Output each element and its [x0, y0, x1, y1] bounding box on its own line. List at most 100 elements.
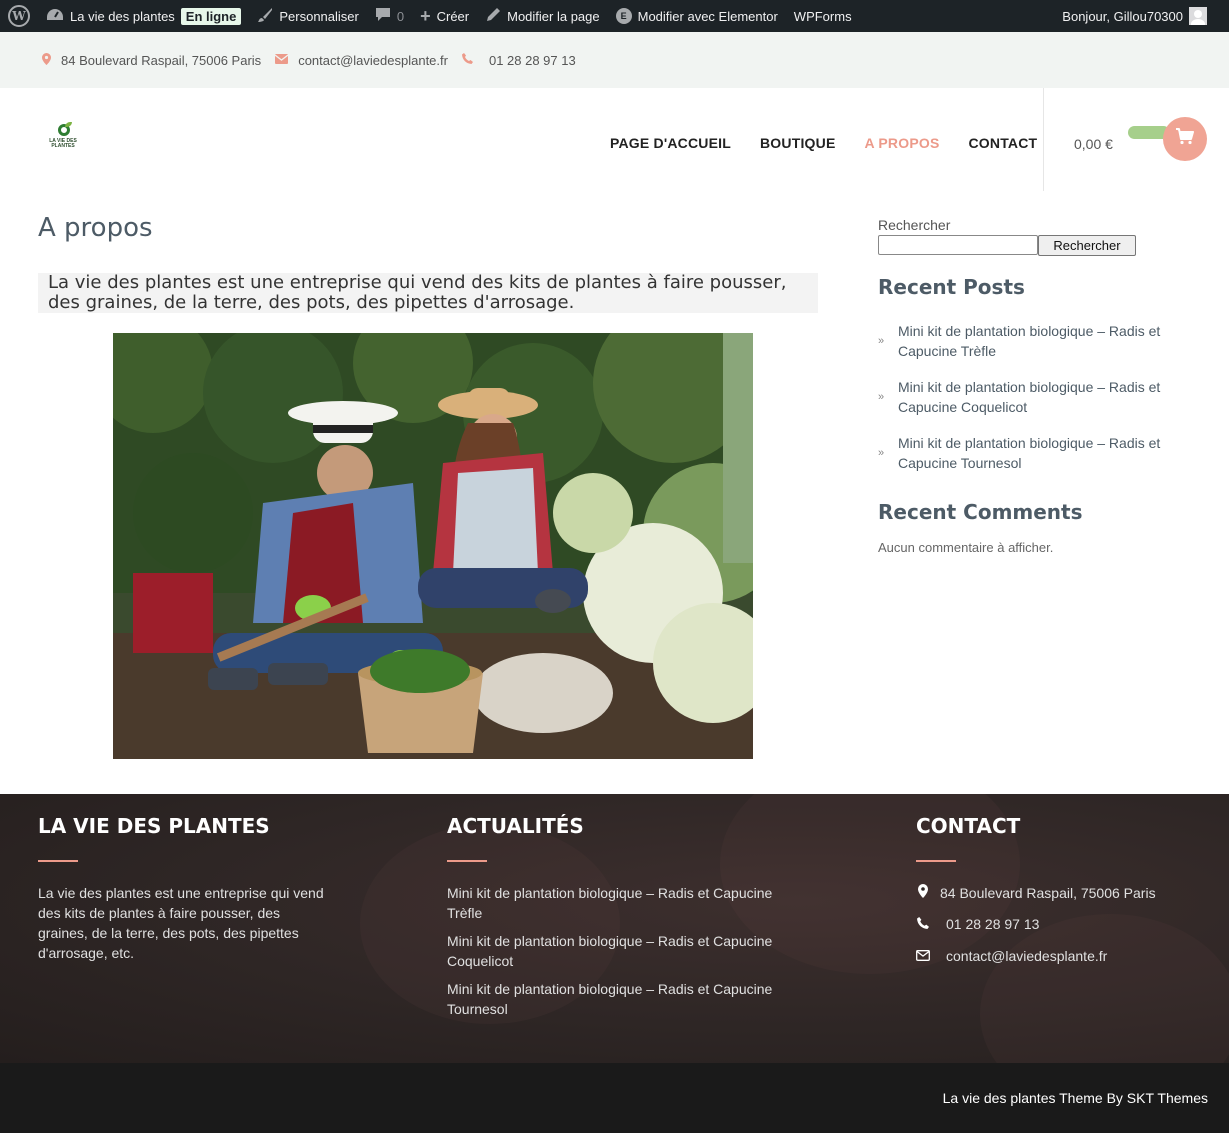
admin-bar: W La vie des plantes En ligne Personnali…: [0, 0, 1229, 32]
footer-about-line: des kits de plantes à faire pousser, des: [38, 905, 281, 921]
shopping-cart-icon: [1176, 128, 1194, 150]
wpforms-link[interactable]: WPForms: [786, 0, 860, 32]
topbar-phone[interactable]: 01 28 28 97 13: [461, 52, 576, 68]
footer-contact-address: 84 Boulevard Raspail, 75006 Paris: [916, 884, 1156, 901]
footer-news-link[interactable]: Mini kit de plantation biologique – Radi…: [447, 883, 807, 923]
map-pin-icon: [42, 52, 51, 68]
elementor-icon: E: [615, 8, 632, 24]
footer-title-underline: [38, 860, 78, 862]
customize-label: Personnaliser: [279, 8, 359, 24]
recent-posts-title: Recent Posts: [878, 275, 1025, 299]
recent-post-line1: Mini kit de plantation biologique – Radi…: [898, 435, 1161, 451]
nav-item-home[interactable]: PAGE D'ACCUEIL: [610, 135, 731, 151]
edit-page-link[interactable]: Modifier la page: [477, 0, 608, 32]
main-navigation: PAGE D'ACCUEIL BOUTIQUE A PROPOS CONTACT: [610, 135, 1066, 151]
recent-post-line2: Capucine Trèfle: [898, 343, 997, 359]
footer-news-line: Mini kit de plantation biologique – Radi…: [447, 933, 773, 949]
nav-item-contact[interactable]: CONTACT: [968, 135, 1037, 151]
account-menu[interactable]: Bonjour, Gillou70300: [1062, 0, 1229, 32]
copyright-text[interactable]: La vie des plantes Theme By SKT Themes: [943, 1090, 1208, 1106]
footer-phone-text: 01 28 28 97 13: [946, 916, 1040, 932]
topbar-email[interactable]: contact@laviedesplante.fr: [274, 52, 448, 68]
map-pin-icon: [916, 884, 930, 901]
phone-icon: [916, 916, 930, 932]
envelope-icon: [916, 948, 930, 964]
footer-contact-phone[interactable]: 01 28 28 97 13: [916, 916, 1039, 932]
greeting: Bonjour, Gillou70300: [1062, 8, 1183, 24]
header-divider: [1043, 88, 1044, 191]
footer-news-title: ACTUALITÉS: [447, 814, 584, 838]
search-label: Rechercher: [878, 217, 951, 233]
comments-count: 0: [396, 8, 405, 24]
footer-bg-blob: [980, 914, 1229, 1063]
site-name: La vie des plantes: [70, 8, 175, 24]
recent-post-line2: Capucine Coquelicot: [898, 399, 1028, 415]
chevron-right-icon: »: [878, 335, 885, 347]
site-logo[interactable]: LA VIE DES PLANTES: [46, 122, 80, 158]
edit-page-label: Modifier la page: [507, 8, 600, 24]
phone-icon: [461, 53, 473, 67]
footer-news-link[interactable]: Mini kit de plantation biologique – Radi…: [447, 931, 807, 971]
nav-item-shop[interactable]: BOUTIQUE: [760, 135, 836, 151]
edit-elementor-link[interactable]: E Modifier avec Elementor: [608, 0, 786, 32]
topbar-address: 84 Boulevard Raspail, 75006 Paris: [42, 52, 262, 68]
footer-news-line: Mini kit de plantation biologique – Radi…: [447, 981, 773, 997]
recent-post-item[interactable]: » Mini kit de plantation biologique – Ra…: [878, 321, 1178, 361]
create-menu[interactable]: + Créer: [412, 0, 477, 32]
create-label: Créer: [436, 8, 470, 24]
footer-news-line: Coquelicot: [447, 953, 514, 969]
no-comments-text: Aucun commentaire à afficher.: [878, 540, 1054, 555]
customize-link[interactable]: Personnaliser: [249, 0, 367, 32]
logo-text: LA VIE DES PLANTES: [49, 138, 77, 149]
edit-elementor-label: Modifier avec Elementor: [637, 8, 778, 24]
topbar-email-text: contact@laviedesplante.fr: [298, 52, 448, 68]
plus-icon: +: [420, 6, 431, 26]
footer-about-line: La vie des plantes est une entreprise qu…: [38, 885, 324, 901]
comment-icon: [375, 7, 391, 25]
recent-post-line2: Capucine Tournesol: [898, 455, 1022, 471]
chevron-right-icon: »: [878, 391, 885, 403]
comments-link[interactable]: 0: [367, 0, 412, 32]
avatar: [1189, 7, 1207, 25]
site-footer: LA VIE DES PLANTES La vie des plantes es…: [0, 794, 1229, 1063]
topbar-address-text: 84 Boulevard Raspail, 75006 Paris: [61, 52, 262, 68]
footer-email-text: contact@laviedesplante.fr: [946, 948, 1108, 964]
pencil-icon: [485, 7, 501, 26]
recent-post-item[interactable]: » Mini kit de plantation biologique – Ra…: [878, 433, 1178, 473]
wordpress-logo-icon: W: [8, 5, 30, 27]
page-title: A propos: [38, 213, 153, 243]
footer-about-title: LA VIE DES PLANTES: [38, 814, 270, 838]
gardeners-photo: [113, 333, 753, 759]
search-input[interactable]: [878, 235, 1038, 255]
copyright-bar: La vie des plantes Theme By SKT Themes: [0, 1063, 1229, 1133]
brush-icon: [257, 7, 273, 26]
intro-paragraph: La vie des plantes est une entreprise qu…: [38, 273, 818, 313]
footer-news-line: Tournesol: [447, 1001, 508, 1017]
chevron-right-icon: »: [878, 447, 885, 459]
recent-post-item[interactable]: » Mini kit de plantation biologique – Ra…: [878, 377, 1178, 417]
nav-item-about[interactable]: A PROPOS: [865, 135, 940, 151]
footer-contact-title: CONTACT: [916, 814, 1021, 838]
recent-post-line1: Mini kit de plantation biologique – Radi…: [898, 323, 1161, 339]
cart-button[interactable]: [1163, 117, 1207, 161]
online-status-badge: En ligne: [180, 7, 242, 25]
wordpress-menu[interactable]: W: [0, 0, 38, 32]
site-name-menu[interactable]: La vie des plantes En ligne: [38, 0, 249, 32]
topbar-phone-text: 01 28 28 97 13: [488, 52, 576, 68]
footer-news-link[interactable]: Mini kit de plantation biologique – Radi…: [447, 979, 807, 1019]
footer-about-line: d'arrosage, etc.: [38, 945, 135, 961]
footer-title-underline: [916, 860, 956, 862]
footer-address-text: 84 Boulevard Raspail, 75006 Paris: [940, 884, 1156, 901]
footer-title-underline: [447, 860, 487, 862]
footer-about-text: La vie des plantes est une entreprise qu…: [38, 883, 358, 963]
recent-comments-title: Recent Comments: [878, 500, 1083, 524]
search-button[interactable]: Rechercher: [1038, 235, 1136, 256]
footer-contact-email[interactable]: contact@laviedesplante.fr: [916, 948, 1107, 964]
envelope-icon: [274, 53, 289, 67]
wpforms-label: WPForms: [793, 8, 852, 24]
footer-about-line: graines, de la terre, des pots, des pipe…: [38, 925, 299, 941]
logo-sprout-icon: [65, 122, 72, 127]
cart-amount[interactable]: 0,00 €: [1074, 136, 1113, 152]
recent-post-line1: Mini kit de plantation biologique – Radi…: [898, 379, 1161, 395]
footer-news-line: Mini kit de plantation biologique – Radi…: [447, 885, 773, 901]
